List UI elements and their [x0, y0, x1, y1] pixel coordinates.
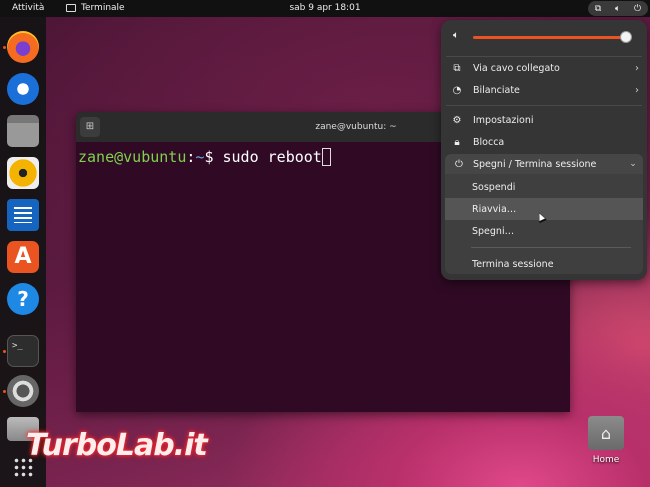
network-icon: ⧉: [453, 62, 461, 74]
restart-label: Riavvia…: [472, 203, 517, 215]
wired-network-label: Via cavo collegato: [473, 62, 560, 74]
volume-icon: 🔈︎: [614, 3, 621, 14]
log-out-item[interactable]: Termina sessione: [445, 253, 643, 275]
log-out-label: Termina sessione: [472, 258, 554, 270]
prompt-user: zane@vubuntu: [78, 148, 187, 166]
terminal-icon[interactable]: >_: [7, 335, 39, 367]
prompt-sign: $: [204, 148, 223, 166]
system-tray[interactable]: ⧉ 🔈︎ ⏻: [588, 1, 648, 16]
lock-label: Blocca: [473, 136, 505, 148]
divider: [471, 247, 631, 248]
power-off-logout-item[interactable]: ⏻ Spegni / Termina sessione ⌄: [445, 154, 643, 174]
watermark-logo: TurboLab.it: [26, 428, 208, 463]
help-icon[interactable]: ?: [7, 283, 39, 315]
settings-item[interactable]: ⚙ Impostazioni: [441, 110, 647, 130]
volume-row: 🔈︎: [441, 28, 647, 46]
volume-slider[interactable]: [473, 31, 632, 43]
command-text: sudo reboot: [222, 148, 322, 166]
thunderbird-icon[interactable]: [7, 73, 39, 105]
power-mode-label: Bilanciate: [473, 84, 520, 96]
divider: [446, 105, 642, 106]
volume-slider-handle[interactable]: [619, 31, 632, 43]
power-mode-item[interactable]: ◔ Bilanciate ›: [441, 80, 647, 100]
running-indicator: [3, 46, 6, 49]
power-icon: ⏻: [634, 3, 642, 14]
settings-gear-icon[interactable]: [7, 375, 39, 407]
home-folder-icon[interactable]: ⌂: [588, 416, 624, 450]
text-cursor: [321, 148, 331, 166]
power-off-label: Spegni…: [472, 225, 515, 237]
power-mode-icon: ◔: [452, 84, 462, 96]
running-indicator: [3, 390, 6, 393]
firefox-icon[interactable]: [7, 31, 39, 63]
chevron-down-icon: ⌄: [629, 159, 637, 169]
home-folder-label: Home: [592, 455, 620, 465]
suspend-label: Sospendi: [472, 181, 516, 193]
power-off-logout-label: Spegni / Termina sessione: [473, 158, 597, 170]
volume-slider-fill: [473, 36, 626, 39]
lock-item[interactable]: 🔒︎ Blocca: [441, 132, 647, 152]
network-icon: ⧉: [594, 3, 602, 14]
settings-label: Impostazioni: [473, 114, 534, 126]
divider: [446, 56, 642, 57]
files-icon[interactable]: [7, 115, 39, 147]
volume-icon: 🔈︎: [453, 30, 459, 41]
power-off-item[interactable]: Spegni…: [445, 220, 643, 242]
lock-icon: 🔒︎: [454, 136, 460, 148]
app-center-icon[interactable]: A: [7, 241, 39, 273]
wired-network-item[interactable]: ⧉ Via cavo collegato ›: [441, 58, 647, 78]
writer-icon[interactable]: [7, 199, 39, 231]
clock[interactable]: sab 9 apr 18:01: [0, 3, 650, 13]
gear-icon: ⚙: [452, 114, 462, 126]
power-icon: ⏻: [455, 158, 463, 170]
top-bar: Attività Terminale sab 9 apr 18:01 ⧉ 🔈︎ …: [0, 0, 650, 17]
dock: A ? >_: [0, 17, 46, 487]
rhythmbox-icon[interactable]: [7, 157, 39, 189]
chevron-right-icon: ›: [635, 84, 639, 96]
chevron-right-icon: ›: [635, 62, 639, 74]
running-indicator: [3, 350, 6, 353]
suspend-item[interactable]: Sospendi: [445, 176, 643, 198]
system-menu: 🔈︎ ⧉ Via cavo collegato › ◔ Bilanciate ›…: [441, 20, 647, 280]
